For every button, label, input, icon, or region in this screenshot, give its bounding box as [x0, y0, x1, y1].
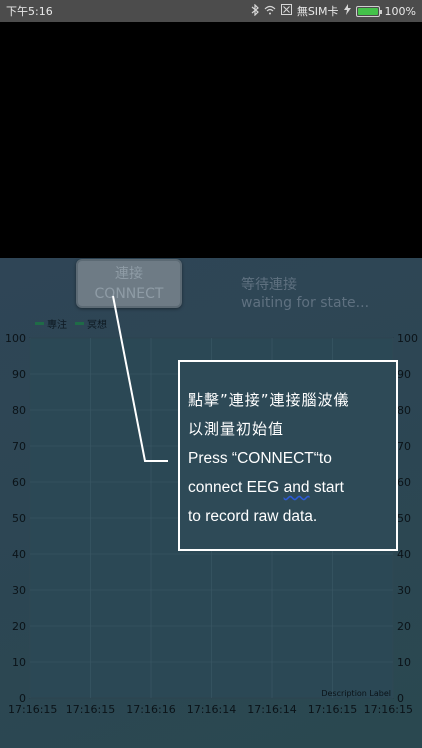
battery-percent: 100% [384, 4, 416, 18]
chart-y-tick-left: 20 [12, 620, 26, 633]
legend-item-meditation: 冥想 [75, 316, 107, 331]
charging-icon [343, 4, 351, 18]
callout-line-1: 點擊”連接”連接腦波儀 [188, 391, 350, 409]
camera-preview [0, 22, 422, 258]
battery-icon [355, 5, 382, 17]
legend-label-meditation: 冥想 [87, 320, 107, 331]
chart-y-tick-left: 50 [12, 512, 26, 525]
bluetooth-icon [251, 3, 259, 19]
chart-x-tick-label: 17:16:14 [187, 703, 236, 716]
callout-line-4-c: start [309, 479, 344, 496]
wifi-icon [264, 5, 276, 18]
chart-y-tick-left: 60 [12, 476, 26, 489]
chart-x-tick-label: 17:16:15 [308, 703, 357, 716]
instruction-callout: 點擊”連接”連接腦波儀 以測量初始值 Press “CONNECT“to con… [178, 360, 398, 551]
connection-status: 等待連接 waiting for state... [241, 276, 369, 312]
chart-x-tick-label: 17:16:14 [247, 703, 296, 716]
callout-line-5: to record raw data. [188, 508, 318, 525]
chart-y-tick-left: 30 [12, 584, 26, 597]
chart-y-tick-left: 80 [12, 404, 26, 417]
chart-y-tick-right: 40 [397, 548, 411, 561]
chart-y-tick-right: 70 [397, 440, 411, 453]
battery-level [357, 7, 378, 15]
chart-y-tick-right: 100 [397, 332, 418, 345]
chart-x-tick-label: 17:16:15 [66, 703, 115, 716]
chart-y-tick-right: 80 [397, 404, 411, 417]
chart-y-tick-right: 60 [397, 476, 411, 489]
chart-y-tick-right: 90 [397, 368, 411, 381]
chart-x-tick-label: 17:16:15 [364, 703, 413, 716]
connect-button-label-zh: 連接 [115, 266, 143, 282]
legend-swatch-meditation [75, 322, 84, 325]
status-icons: 無SIM卡 100% [251, 3, 416, 19]
status-bar: 下午5:16 無SIM卡 100% [0, 0, 422, 22]
chart-y-tick-left: 70 [12, 440, 26, 453]
chart-x-tick-label: 17:16:15 [8, 703, 57, 716]
callout-line-4-b: and [283, 479, 310, 496]
chart-y-tick-left: 100 [5, 332, 26, 345]
connect-button-label-en: CONNECT [94, 286, 164, 302]
chart-y-tick-left: 10 [12, 656, 26, 669]
callout-line-4: connect EEG and start [188, 473, 388, 502]
sim-card-icon [280, 4, 292, 18]
chart-y-tick-left: 40 [12, 548, 26, 561]
chart-y-tick-right: 10 [397, 656, 411, 669]
chart-y-tick-right: 20 [397, 620, 411, 633]
callout-line-2: 以測量初始值 [188, 420, 285, 438]
chart-description-label: Description Label [321, 689, 391, 698]
status-label-zh: 等待連接 [241, 277, 297, 293]
status-label-en: waiting for state... [241, 295, 370, 311]
chart-y-tick-right: 50 [397, 512, 411, 525]
legend-label-attention: 專注 [47, 320, 67, 331]
chart-y-tick-left: 90 [12, 368, 26, 381]
chart-legend: 專注 冥想 [35, 316, 107, 331]
callout-line-3: Press “CONNECT“to [188, 450, 332, 467]
legend-item-attention: 專注 [35, 316, 67, 331]
chart-x-tick-label: 17:16:16 [126, 703, 175, 716]
status-time: 下午5:16 [6, 5, 53, 18]
sim-status: 無SIM卡 [296, 5, 339, 18]
chart-y-tick-right: 30 [397, 584, 411, 597]
connect-button[interactable]: 連接 CONNECT [76, 259, 182, 308]
callout-line-4-a: connect EEG [188, 479, 284, 496]
legend-swatch-attention [35, 322, 44, 325]
